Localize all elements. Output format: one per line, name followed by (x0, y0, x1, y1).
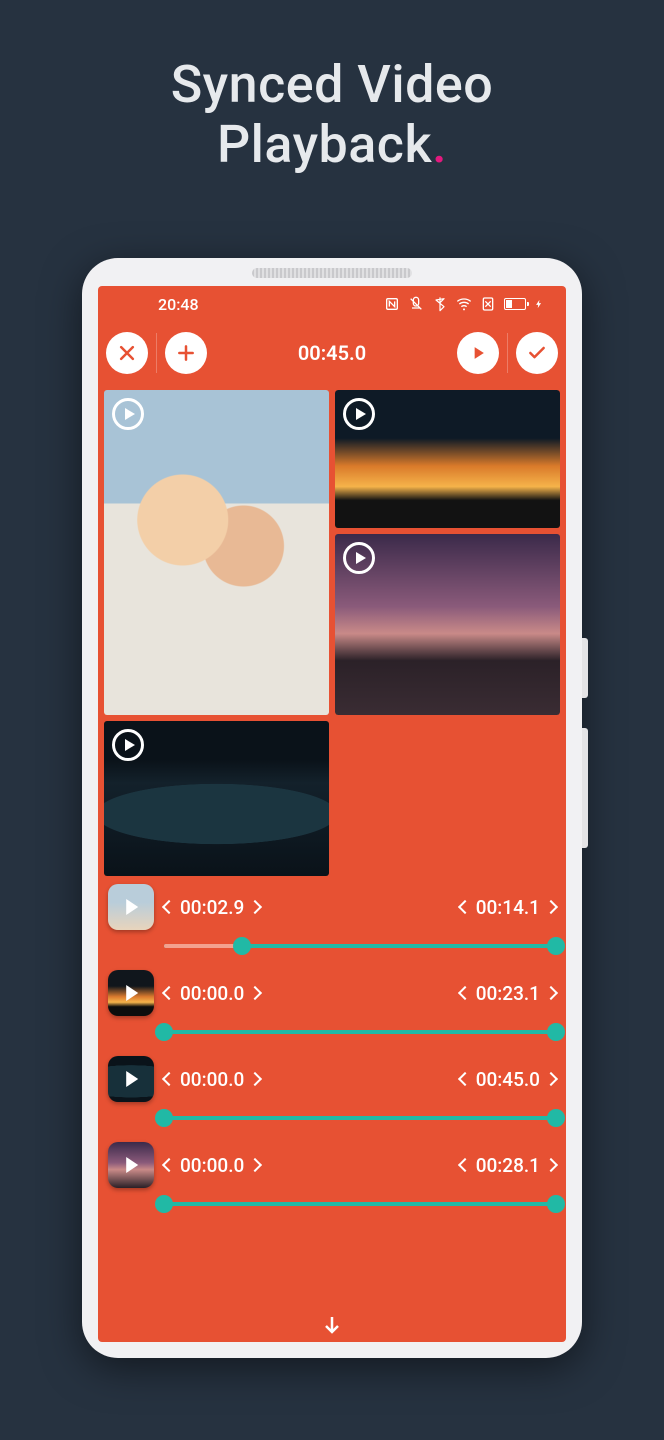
chevron-right-icon (544, 1072, 558, 1086)
nfc-icon (384, 296, 400, 312)
add-button[interactable] (165, 332, 207, 374)
phone-mockup: 20:48 00:45.0 (82, 258, 582, 1358)
bluetooth-icon (432, 296, 448, 312)
wifi-icon (456, 296, 472, 312)
chevron-left-icon (458, 986, 472, 1000)
slider-start-handle[interactable] (155, 1195, 173, 1213)
track-row: 00:02.9 00:14.1 (108, 884, 556, 956)
track-start-stepper[interactable]: 00:00.0 (164, 1154, 260, 1177)
track-row: 00:00.0 00:23.1 (108, 970, 556, 1042)
slider-start-handle[interactable] (233, 937, 251, 955)
track-thumb[interactable] (108, 1142, 154, 1188)
track-end-stepper[interactable]: 00:45.0 (460, 1068, 556, 1091)
chevron-left-icon (162, 1072, 176, 1086)
video-cell-1[interactable] (104, 390, 329, 715)
slider-start-handle[interactable] (155, 1109, 173, 1127)
volume-button (582, 638, 588, 698)
status-icons (384, 296, 544, 312)
track-row: 00:00.0 00:45.0 (108, 1056, 556, 1128)
track-end-stepper[interactable]: 00:14.1 (460, 896, 556, 919)
chevron-right-icon (544, 1158, 558, 1172)
slider-end-handle[interactable] (547, 937, 565, 955)
play-overlay-icon (343, 542, 375, 574)
headline-line2: Playback (217, 114, 432, 175)
toolbar-divider (507, 333, 508, 373)
charging-icon (534, 296, 544, 312)
play-all-button[interactable] (457, 332, 499, 374)
earpiece (252, 268, 412, 278)
track-slider[interactable] (164, 936, 556, 956)
chevron-left-icon (162, 1158, 176, 1172)
track-start-stepper[interactable]: 00:02.9 (164, 896, 260, 919)
video-cell-2[interactable] (335, 390, 560, 528)
play-icon (468, 343, 488, 363)
status-time: 20:48 (158, 295, 199, 314)
slider-end-handle[interactable] (547, 1195, 565, 1213)
track-start-time: 00:02.9 (180, 896, 244, 919)
track-start-time: 00:00.0 (180, 1068, 244, 1091)
track-end-time: 00:45.0 (476, 1068, 540, 1091)
chevron-right-icon (544, 900, 558, 914)
chevron-left-icon (458, 1158, 472, 1172)
track-end-time: 00:23.1 (476, 982, 540, 1005)
confirm-button[interactable] (516, 332, 558, 374)
arrow-down-icon (320, 1313, 344, 1337)
slider-start-handle[interactable] (155, 1023, 173, 1041)
battery-icon (504, 298, 526, 310)
play-overlay-icon (112, 398, 144, 430)
track-end-time: 00:28.1 (476, 1154, 540, 1177)
chevron-left-icon (458, 900, 472, 914)
chevron-left-icon (458, 1072, 472, 1086)
chevron-right-icon (544, 986, 558, 1000)
video-cell-right-group (335, 390, 560, 715)
headline-dot: . (432, 114, 447, 175)
toolbar: 00:45.0 (98, 322, 566, 384)
power-button (582, 728, 588, 848)
plus-icon (176, 343, 196, 363)
close-icon (117, 343, 137, 363)
track-thumb[interactable] (108, 884, 154, 930)
track-start-time: 00:00.0 (180, 982, 244, 1005)
chevron-right-icon (248, 1158, 262, 1172)
video-grid (98, 384, 566, 874)
track-row: 00:00.0 00:28.1 (108, 1142, 556, 1214)
track-start-time: 00:00.0 (180, 1154, 244, 1177)
video-cell-3[interactable] (104, 721, 329, 876)
track-start-stepper[interactable]: 00:00.0 (164, 982, 260, 1005)
track-slider[interactable] (164, 1108, 556, 1128)
slider-end-handle[interactable] (547, 1023, 565, 1041)
track-start-stepper[interactable]: 00:00.0 (164, 1068, 260, 1091)
toolbar-time: 00:45.0 (298, 341, 366, 365)
app-screen: 20:48 00:45.0 (98, 286, 566, 1342)
expand-button[interactable] (98, 1308, 566, 1342)
track-slider[interactable] (164, 1194, 556, 1214)
video-cell-4[interactable] (335, 534, 560, 715)
status-bar: 20:48 (98, 286, 566, 322)
chevron-left-icon (162, 986, 176, 1000)
page-headline: Synced Video Playback. (0, 0, 664, 175)
track-thumb[interactable] (108, 970, 154, 1016)
mute-icon (408, 296, 424, 312)
chevron-right-icon (248, 986, 262, 1000)
play-overlay-icon (112, 729, 144, 761)
toolbar-divider (156, 333, 157, 373)
track-slider[interactable] (164, 1022, 556, 1042)
close-button[interactable] (106, 332, 148, 374)
chevron-right-icon (248, 900, 262, 914)
slider-end-handle[interactable] (547, 1109, 565, 1127)
play-overlay-icon (343, 398, 375, 430)
track-thumb[interactable] (108, 1056, 154, 1102)
track-end-stepper[interactable]: 00:23.1 (460, 982, 556, 1005)
no-sim-icon (480, 296, 496, 312)
chevron-right-icon (248, 1072, 262, 1086)
timeline-panel: 00:02.9 00:14.1 (98, 874, 566, 1308)
track-end-time: 00:14.1 (476, 896, 540, 919)
headline-line1: Synced Video (171, 54, 494, 115)
track-end-stepper[interactable]: 00:28.1 (460, 1154, 556, 1177)
chevron-left-icon (162, 900, 176, 914)
check-icon (527, 343, 547, 363)
